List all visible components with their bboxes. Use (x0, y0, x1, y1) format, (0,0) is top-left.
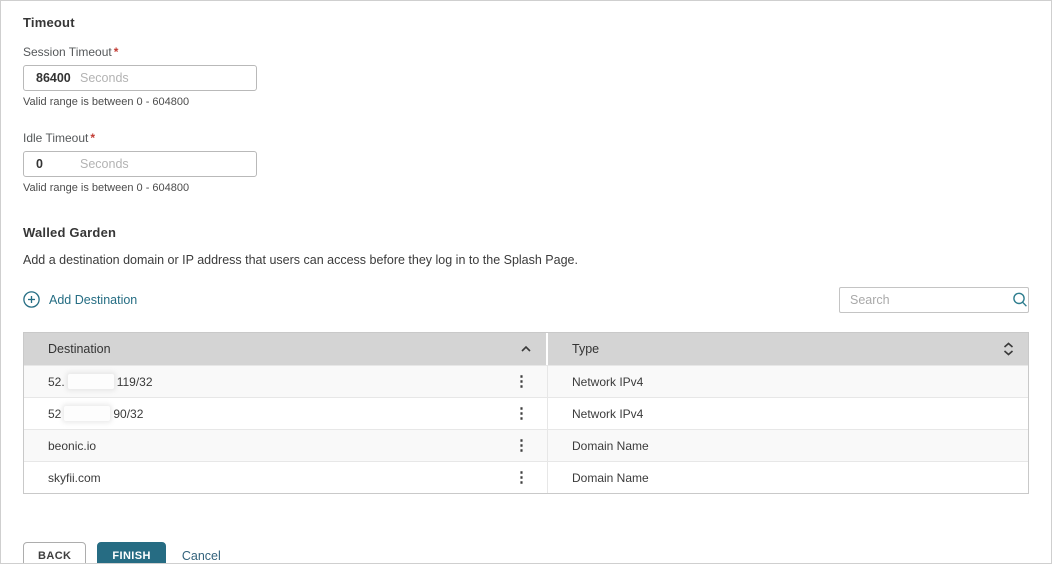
sort-ascending-icon[interactable] (520, 345, 532, 353)
destination-cell: 52. 119/32 ⋮ (24, 366, 548, 397)
destination-column-label: Destination (48, 342, 111, 356)
session-timeout-unit: Seconds (80, 71, 129, 85)
kebab-menu-icon[interactable]: ⋮ (506, 436, 537, 455)
destination-prefix: 52 (48, 407, 61, 421)
type-cell: Domain Name (548, 430, 1028, 461)
table-row: 52 90/32 ⋮ Network IPv4 (24, 397, 1028, 429)
redacted-text (64, 406, 110, 421)
walled-garden-description: Add a destination domain or IP address t… (23, 253, 1029, 267)
type-cell: Domain Name (548, 462, 1028, 493)
sort-unsorted-icon[interactable] (1003, 342, 1014, 356)
destination-value: skyfii.com (48, 471, 101, 485)
destination-prefix: 52. (48, 375, 65, 389)
table-row: skyfii.com ⋮ Domain Name (24, 461, 1028, 493)
destination-cell: beonic.io ⋮ (24, 430, 548, 461)
type-cell: Network IPv4 (548, 398, 1028, 429)
session-timeout-field: Session Timeout* Seconds Valid range is … (23, 45, 1029, 108)
type-cell: Network IPv4 (548, 366, 1028, 397)
settings-page: Timeout Session Timeout* Seconds Valid r… (0, 0, 1052, 564)
idle-timeout-field: Idle Timeout* Seconds Valid range is bet… (23, 131, 1029, 194)
cancel-link[interactable]: Cancel (182, 549, 221, 563)
idle-timeout-unit: Seconds (80, 157, 129, 171)
idle-timeout-helper: Valid range is between 0 - 604800 (23, 182, 1029, 194)
column-header-destination[interactable]: Destination (24, 333, 548, 365)
required-asterisk: * (90, 131, 95, 145)
add-destination-button[interactable]: Add Destination (23, 291, 137, 308)
idle-timeout-label: Idle Timeout* (23, 131, 1029, 145)
kebab-menu-icon[interactable]: ⋮ (506, 468, 537, 487)
destination-cell: 52 90/32 ⋮ (24, 398, 548, 429)
search-box[interactable] (839, 287, 1029, 313)
table-row: beonic.io ⋮ Domain Name (24, 429, 1028, 461)
redacted-text (68, 374, 114, 389)
search-input[interactable] (850, 293, 1011, 307)
search-icon[interactable] (1011, 291, 1029, 309)
destination-value: 52. 119/32 (48, 374, 153, 389)
destination-value: 52 90/32 (48, 406, 143, 421)
destination-suffix: 119/32 (117, 375, 153, 389)
finish-button[interactable]: FINISH (97, 542, 165, 564)
session-timeout-label: Session Timeout* (23, 45, 1029, 59)
idle-timeout-input-box[interactable]: Seconds (23, 151, 257, 177)
idle-timeout-input[interactable] (36, 157, 78, 171)
kebab-menu-icon[interactable]: ⋮ (506, 404, 537, 423)
destinations-table: Destination Type 52. 119/32 (23, 332, 1029, 494)
walled-garden-section-title: Walled Garden (23, 225, 1029, 240)
destination-cell: skyfii.com ⋮ (24, 462, 548, 493)
plus-circle-icon (23, 291, 40, 308)
session-timeout-label-text: Session Timeout (23, 45, 112, 59)
type-column-label: Type (572, 342, 599, 356)
back-button[interactable]: BACK (23, 542, 86, 564)
column-header-type[interactable]: Type (548, 333, 1028, 365)
kebab-menu-icon[interactable]: ⋮ (506, 372, 537, 391)
idle-timeout-label-text: Idle Timeout (23, 131, 88, 145)
walled-garden-toolbar: Add Destination (23, 286, 1029, 313)
destination-value: beonic.io (48, 439, 96, 453)
add-destination-label: Add Destination (49, 293, 137, 307)
destination-suffix: 90/32 (113, 407, 143, 421)
required-asterisk: * (114, 45, 119, 59)
session-timeout-input-box[interactable]: Seconds (23, 65, 257, 91)
session-timeout-input[interactable] (36, 71, 78, 85)
table-header-row: Destination Type (24, 333, 1028, 365)
timeout-section-title: Timeout (23, 15, 1029, 30)
table-row: 52. 119/32 ⋮ Network IPv4 (24, 365, 1028, 397)
session-timeout-helper: Valid range is between 0 - 604800 (23, 96, 1029, 108)
footer-actions: BACK FINISH Cancel (23, 542, 1029, 564)
